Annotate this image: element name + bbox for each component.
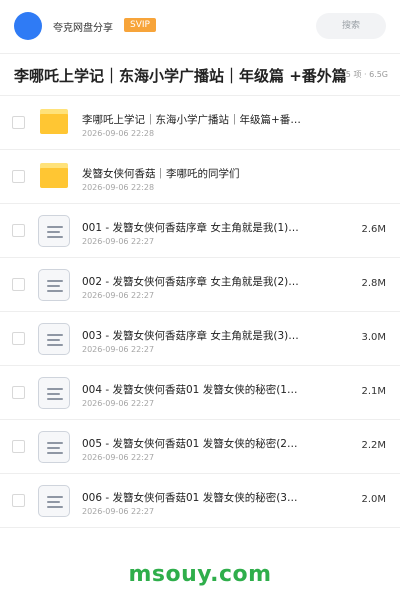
select-checkbox[interactable] <box>12 278 25 291</box>
select-checkbox[interactable] <box>12 494 25 507</box>
file-size: 2.0M <box>361 494 386 505</box>
file-name: 发簪女侠何香菇｜李哪吒的同学们 <box>82 168 240 180</box>
list-item[interactable]: 001 - 发簪女侠何香菇序章 女主角就是我(1)… 2026-09-06 22:… <box>0 204 400 258</box>
select-checkbox[interactable] <box>12 332 25 345</box>
file-size: 3.0M <box>361 332 386 343</box>
list-item[interactable]: 006 - 发簪女侠何香菇01 发簪女侠的秘密(3… 2026-09-06 22:… <box>0 474 400 528</box>
list-item[interactable]: 005 - 发簪女侠何香菇01 发簪女侠的秘密(2… 2026-09-06 22:… <box>0 420 400 474</box>
file-name: 003 - 发簪女侠何香菇序章 女主角就是我(3)… <box>82 330 299 342</box>
file-date: 2026-09-06 22:27 <box>82 291 155 300</box>
watermark: msouy.com <box>128 562 272 587</box>
list-item[interactable]: 004 - 发簪女侠何香菇01 发簪女侠的秘密(1… 2026-09-06 22:… <box>0 366 400 420</box>
document-icon <box>38 323 70 355</box>
file-date: 2026-09-06 22:28 <box>82 183 155 192</box>
share-title-bar: 85 项 · 6.5G 李哪吒上学记｜东海小学广播站｜年级篇 +番外篇 <box>0 54 400 96</box>
file-date: 2026-09-06 22:27 <box>82 399 155 408</box>
file-date: 2026-09-06 22:27 <box>82 237 155 246</box>
select-checkbox[interactable] <box>12 224 25 237</box>
share-title: 李哪吒上学记｜东海小学广播站｜年级篇 +番外篇 <box>14 67 347 85</box>
folder-icon <box>40 163 68 188</box>
file-name: 004 - 发簪女侠何香菇01 发簪女侠的秘密(1… <box>82 384 298 396</box>
document-icon <box>38 377 70 409</box>
avatar[interactable] <box>14 12 42 40</box>
share-meta: 85 项 · 6.5G <box>340 70 388 79</box>
document-icon <box>38 215 70 247</box>
file-date: 2026-09-06 22:28 <box>82 129 155 138</box>
select-checkbox[interactable] <box>12 440 25 453</box>
list-item[interactable]: 002 - 发簪女侠何香菇序章 女主角就是我(2)… 2026-09-06 22:… <box>0 258 400 312</box>
file-size: 2.6M <box>361 224 386 235</box>
file-name: 李哪吒上学记｜东海小学广播站｜年级篇+番外篇 <box>82 114 310 126</box>
file-size: 2.2M <box>361 440 386 451</box>
file-size: 2.8M <box>361 278 386 289</box>
search-input[interactable]: 搜索 <box>316 13 386 39</box>
file-list: 李哪吒上学记｜东海小学广播站｜年级篇+番外篇 2026-09-06 22:28 发簪… <box>0 96 400 528</box>
file-name: 002 - 发簪女侠何香菇序章 女主角就是我(2)… <box>82 276 299 288</box>
file-name: 005 - 发簪女侠何香菇01 发簪女侠的秘密(2… <box>82 438 298 450</box>
select-checkbox[interactable] <box>12 170 25 183</box>
file-date: 2026-09-06 22:27 <box>82 453 155 462</box>
file-date: 2026-09-06 22:27 <box>82 345 155 354</box>
select-checkbox[interactable] <box>12 116 25 129</box>
header-bar: 夸克网盘分享 SVIP 搜索 <box>0 0 400 54</box>
file-size: 2.1M <box>361 386 386 397</box>
document-icon <box>38 269 70 301</box>
folder-icon <box>40 109 68 134</box>
username[interactable]: 夸克网盘分享 <box>53 19 113 34</box>
list-item[interactable]: 发簪女侠何香菇｜李哪吒的同学们 2026-09-06 22:28 <box>0 150 400 204</box>
list-item[interactable]: 李哪吒上学记｜东海小学广播站｜年级篇+番外篇 2026-09-06 22:28 <box>0 96 400 150</box>
svip-badge: SVIP <box>124 18 156 32</box>
list-item[interactable]: 003 - 发簪女侠何香菇序章 女主角就是我(3)… 2026-09-06 22:… <box>0 312 400 366</box>
file-date: 2026-09-06 22:27 <box>82 507 155 516</box>
file-name: 006 - 发簪女侠何香菇01 发簪女侠的秘密(3… <box>82 492 298 504</box>
select-checkbox[interactable] <box>12 386 25 399</box>
document-icon <box>38 485 70 517</box>
document-icon <box>38 431 70 463</box>
file-name: 001 - 发簪女侠何香菇序章 女主角就是我(1)… <box>82 222 299 234</box>
